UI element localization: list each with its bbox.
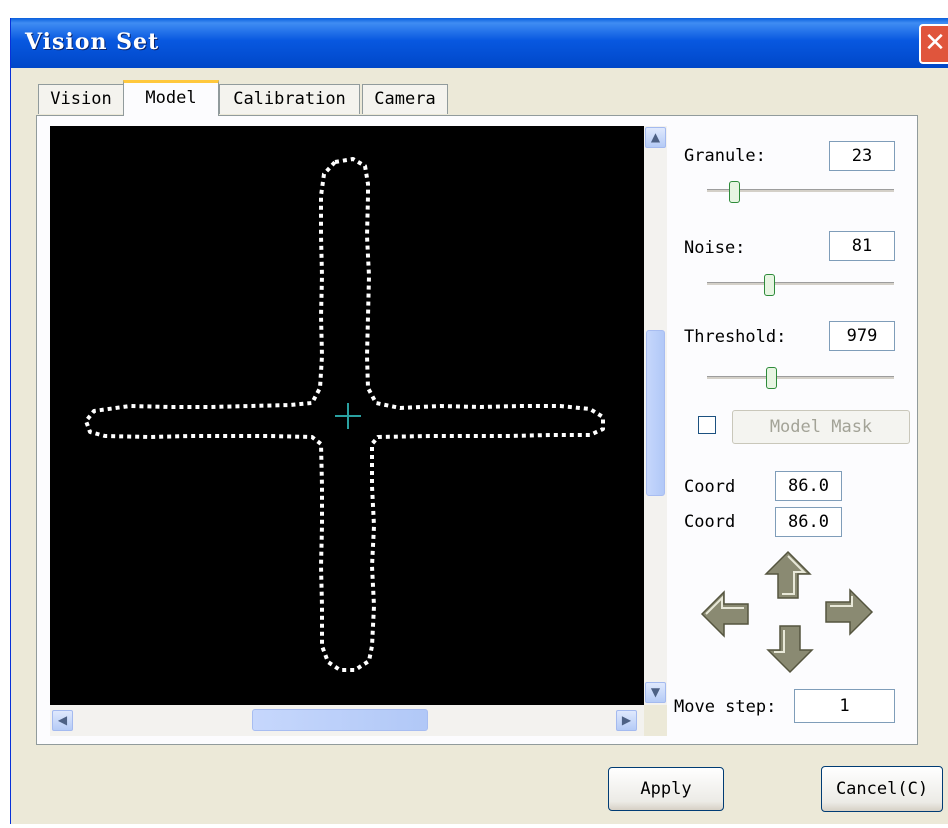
- move-up-arrow-icon[interactable]: [764, 550, 812, 600]
- noise-slider-track[interactable]: [707, 282, 894, 285]
- coord-y-label: Coord: [684, 512, 736, 532]
- noise-label: Noise:: [684, 238, 746, 258]
- model-mask-button[interactable]: Model Mask: [732, 410, 910, 444]
- close-icon[interactable]: ✕: [919, 24, 948, 64]
- vertical-scrollbar[interactable]: ▲ ▼: [644, 126, 667, 705]
- apply-button[interactable]: Apply: [608, 767, 724, 811]
- horizontal-scroll-thumb[interactable]: [252, 709, 428, 731]
- coord-y-field[interactable]: 86.0: [775, 507, 842, 537]
- tab-model[interactable]: Model: [123, 80, 219, 116]
- noise-slider-handle[interactable]: [764, 274, 775, 296]
- cancel-button[interactable]: Cancel(C): [821, 766, 943, 812]
- tab-camera-label: Camera: [374, 89, 436, 109]
- granule-label: Granule:: [684, 146, 766, 166]
- threshold-value-field[interactable]: 979: [829, 321, 895, 351]
- model-image-view[interactable]: [50, 126, 644, 705]
- coord-x-label: Coord: [684, 477, 736, 497]
- threshold-slider-handle[interactable]: [766, 367, 777, 389]
- scrollbar-corner: [644, 705, 667, 736]
- model-mask-checkbox[interactable]: [698, 416, 716, 434]
- tab-vision[interactable]: Vision: [38, 84, 124, 114]
- title-bar[interactable]: Vision Set ✕: [11, 18, 948, 68]
- scroll-up-icon[interactable]: ▲: [645, 127, 666, 148]
- move-step-field[interactable]: 1: [794, 689, 895, 723]
- move-right-arrow-icon[interactable]: [824, 588, 874, 636]
- tab-camera[interactable]: Camera: [362, 84, 448, 114]
- tab-model-label: Model: [145, 88, 197, 108]
- move-down-arrow-icon[interactable]: [766, 624, 814, 674]
- move-left-arrow-icon[interactable]: [700, 590, 750, 638]
- threshold-slider-track[interactable]: [707, 376, 894, 379]
- scroll-right-icon[interactable]: ▶: [616, 710, 637, 731]
- tab-calibration-label: Calibration: [233, 89, 346, 109]
- horizontal-scrollbar[interactable]: ◀ ▶: [50, 705, 644, 736]
- move-step-label: Move step:: [674, 697, 777, 717]
- granule-value-field[interactable]: 23: [829, 141, 895, 171]
- threshold-label: Threshold:: [684, 327, 787, 347]
- granule-slider-handle[interactable]: [729, 181, 740, 203]
- model-cross-outline: [84, 157, 605, 672]
- scroll-down-icon[interactable]: ▼: [645, 682, 666, 703]
- tab-vision-label: Vision: [50, 89, 112, 109]
- noise-value-field[interactable]: 81: [829, 231, 895, 261]
- tab-calibration[interactable]: Calibration: [219, 84, 360, 114]
- scroll-left-icon[interactable]: ◀: [52, 710, 73, 731]
- coord-x-field[interactable]: 86.0: [775, 471, 842, 501]
- window-title: Vision Set: [25, 29, 160, 55]
- vertical-scroll-thumb[interactable]: [646, 330, 665, 496]
